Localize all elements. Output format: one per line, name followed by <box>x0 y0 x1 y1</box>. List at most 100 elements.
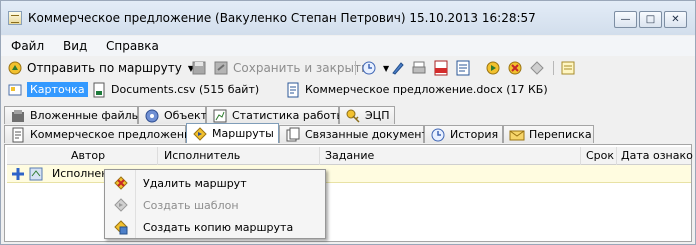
csv-file-icon <box>91 82 107 98</box>
related-documents-icon <box>285 127 301 143</box>
title-bar[interactable]: Коммерческое предложение (Вакуленко Степ… <box>1 1 695 35</box>
documents-csv-label: Documents.csv (515 байт) <box>111 83 260 96</box>
route-delete-icon <box>113 175 129 191</box>
document-app-icon <box>8 11 22 25</box>
tab-object-label: Объект <box>164 109 208 122</box>
route-delete-icon <box>507 60 523 76</box>
application-window: Коммерческое предложение (Вакуленко Степ… <box>0 0 696 245</box>
notes-button[interactable] <box>560 59 576 77</box>
context-delete-route-label: Удалить маршрут <box>143 176 247 190</box>
route-delete-button[interactable] <box>507 59 523 77</box>
tab-digital-signature-label: ЭЦП <box>365 109 390 122</box>
tab-attached-files[interactable]: Вложенные файлы <box>4 106 141 124</box>
add-icon[interactable] <box>10 166 26 182</box>
tab-statistics-label: Статистика работы <box>232 109 346 122</box>
column-executor[interactable]: Исполнитель <box>164 149 240 162</box>
column-task[interactable]: Задание <box>325 149 374 162</box>
card-icon <box>7 82 23 98</box>
route-stage-icon[interactable] <box>28 166 44 182</box>
tab-routes[interactable]: Маршруты <box>186 123 279 143</box>
chevron-down-icon[interactable]: ▼ <box>383 64 389 73</box>
toolbar: Отправить по маршруту ▼ Сохранить и закр… <box>1 57 695 79</box>
document-icon <box>10 127 26 143</box>
context-delete-route[interactable]: Удалить маршрут <box>105 172 325 194</box>
tabs-top-row: Вложенные файлы Объект Статистика работы… <box>1 106 695 124</box>
tabs-bottom-row: Коммерческое предложение Маршруты Связан… <box>1 123 695 143</box>
toolbar-separator <box>553 61 554 75</box>
tab-commercial-offer-label: Коммерческое предложение <box>30 128 198 141</box>
tab-commercial-offer[interactable]: Коммерческое предложение <box>4 125 198 143</box>
envelope-icon <box>509 127 525 143</box>
window-title: Коммерческое предложение (Вакуленко Степ… <box>28 11 536 25</box>
context-copy-route-label: Создать копию маршрута <box>143 220 294 234</box>
printer-icon <box>411 60 427 76</box>
column-divider <box>319 147 320 165</box>
pdf-export-button[interactable] <box>433 59 449 77</box>
tab-correspondence[interactable]: Переписка <box>503 125 594 143</box>
tab-history-label: История <box>450 128 499 141</box>
column-familiarization-date[interactable]: Дата ознако <box>621 149 693 162</box>
word-document-icon <box>455 60 471 76</box>
save-and-close-button[interactable]: Сохранить и закрыть <box>213 59 368 77</box>
route-template-button[interactable] <box>529 59 545 77</box>
attached-files-icon <box>10 108 26 124</box>
column-deadline[interactable]: Срок <box>586 149 614 162</box>
menu-bar: Файл Вид Справка <box>1 36 695 56</box>
column-author[interactable]: Автор <box>71 149 105 162</box>
context-create-template[interactable]: Создать шаблон <box>105 194 325 216</box>
routes-grid-header: Автор Исполнитель Задание Срок Дата озна… <box>7 147 693 165</box>
save-close-icon <box>213 60 229 76</box>
route-template-icon <box>113 197 129 213</box>
tab-digital-signature[interactable]: ЭЦП <box>339 106 395 124</box>
menu-view[interactable]: Вид <box>63 39 87 53</box>
notes-icon <box>560 60 576 76</box>
clock-icon <box>361 60 377 76</box>
statistics-icon <box>212 108 228 124</box>
send-by-route-button[interactable]: Отправить по маршруту ▼ <box>7 59 194 77</box>
save-and-close-label: Сохранить и закрыть <box>233 61 369 75</box>
docx-attachment[interactable]: Коммерческое предложение.docx (17 КБ) <box>285 80 548 99</box>
tab-related-documents[interactable]: Связанные документы <box>279 125 437 143</box>
route-icon <box>7 60 23 76</box>
tab-statistics[interactable]: Статистика работы <box>206 106 345 124</box>
minimize-button[interactable]: — <box>614 11 637 28</box>
tab-history[interactable]: История <box>424 125 503 143</box>
column-divider <box>616 147 617 165</box>
route-copy-icon <box>113 219 129 235</box>
column-divider <box>580 147 581 165</box>
docx-label: Коммерческое предложение.docx (17 КБ) <box>305 83 548 96</box>
menu-file[interactable]: Файл <box>11 39 44 53</box>
tab-attached-files-label: Вложенные файлы <box>30 109 141 122</box>
tab-object[interactable]: Объект <box>138 106 208 124</box>
word-export-button[interactable] <box>455 59 471 77</box>
save-button[interactable] <box>191 59 207 77</box>
pen-icon <box>390 60 406 76</box>
print-button[interactable] <box>411 59 427 77</box>
history-icon <box>430 127 446 143</box>
card-label: Карточка <box>27 82 88 97</box>
documents-csv-attachment[interactable]: Documents.csv (515 байт) <box>91 80 259 99</box>
floppy-disk-icon <box>191 60 207 76</box>
card-attachment[interactable]: Карточка <box>7 80 88 99</box>
context-copy-route[interactable]: Создать копию маршрута <box>105 216 325 238</box>
maximize-button[interactable]: □ <box>639 11 662 28</box>
route-icon <box>192 126 208 142</box>
word-document-icon <box>285 82 301 98</box>
route-start-button[interactable] <box>485 59 501 77</box>
context-create-template-label: Создать шаблон <box>143 198 239 212</box>
pdf-icon <box>433 60 449 76</box>
menu-help[interactable]: Справка <box>106 39 159 53</box>
sign-button[interactable] <box>390 59 406 77</box>
column-divider <box>157 147 158 165</box>
tab-related-documents-label: Связанные документы <box>305 128 437 141</box>
history-button[interactable]: ▼ <box>361 59 389 77</box>
send-by-route-label: Отправить по маршруту <box>27 61 182 75</box>
route-template-icon <box>529 60 545 76</box>
route-start-icon <box>485 60 501 76</box>
object-icon <box>144 108 160 124</box>
close-button[interactable]: ✕ <box>664 11 687 28</box>
tab-correspondence-label: Переписка <box>529 128 592 141</box>
tab-routes-label: Маршруты <box>212 127 274 140</box>
key-icon <box>345 108 361 124</box>
toolbar-separator <box>355 61 356 75</box>
